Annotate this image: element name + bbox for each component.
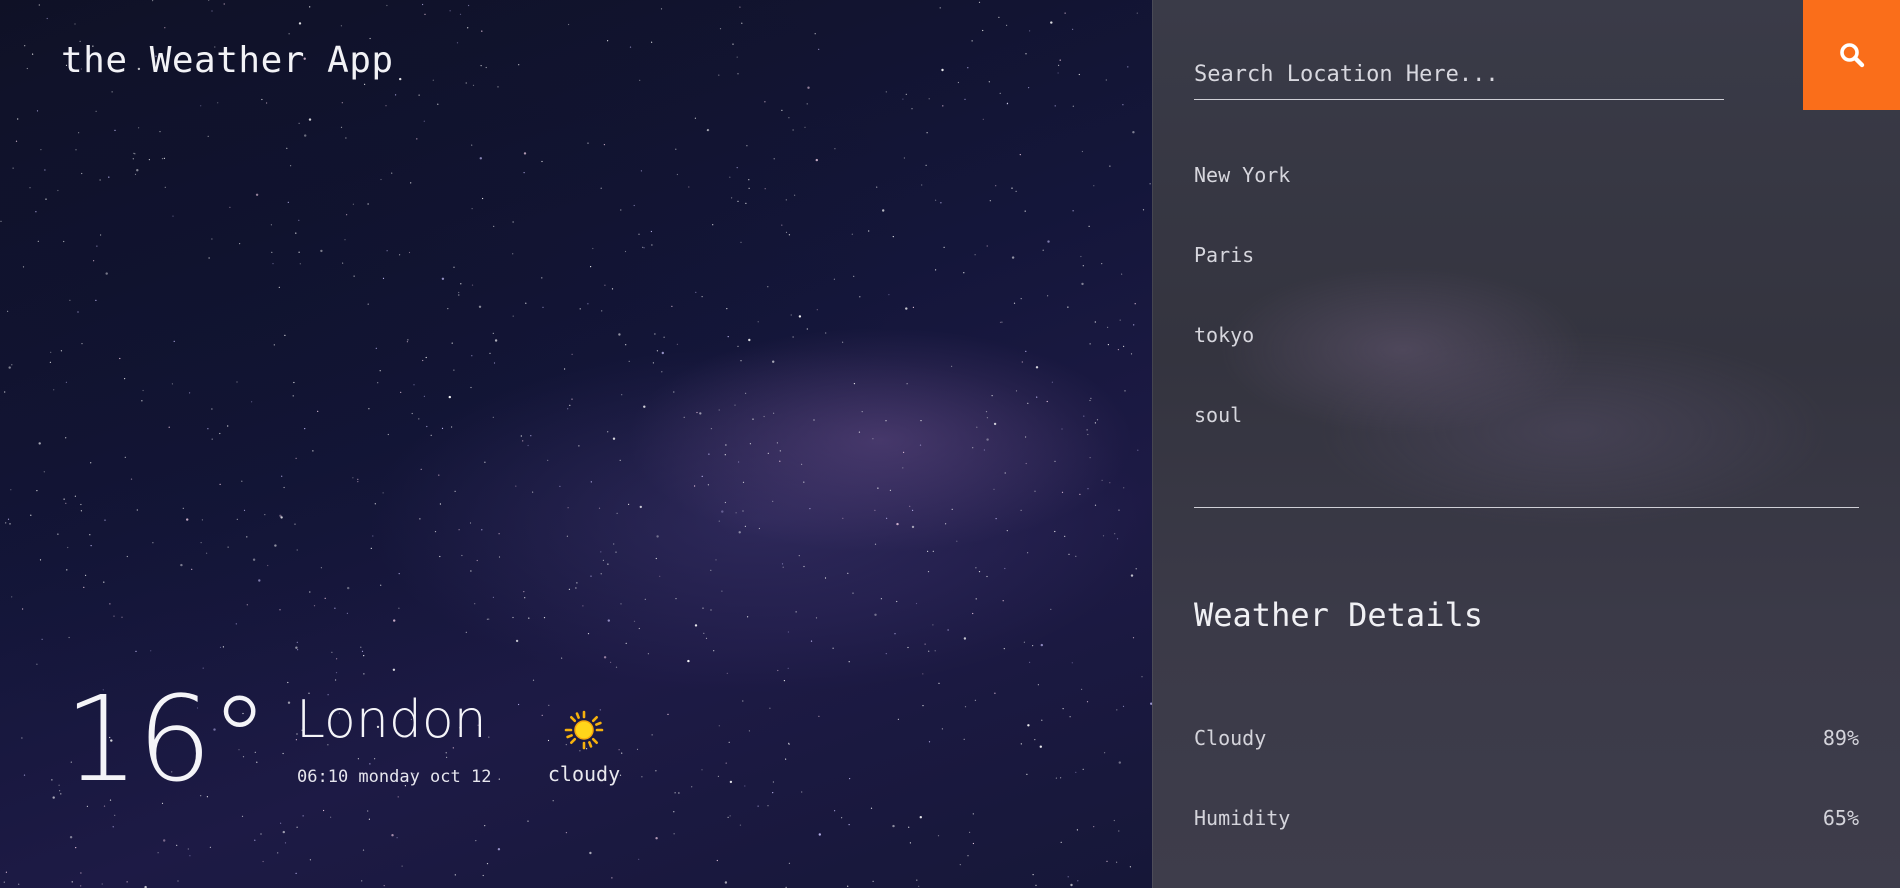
search-input[interactable]: [1194, 52, 1724, 99]
city-name: London: [296, 690, 487, 750]
weather-details-list: Cloudy 89% Humidity 65%: [1194, 726, 1859, 886]
side-panel: New York Paris tokyo soul Weather Detail…: [1152, 0, 1900, 888]
sun-icon: [564, 710, 604, 750]
date-time: 06:10 monday oct 12: [297, 767, 492, 787]
temperature: 16°: [64, 670, 269, 808]
condition: cloudy: [534, 710, 634, 786]
condition-label: cloudy: [547, 762, 621, 786]
location-item-paris[interactable]: Paris: [1194, 243, 1290, 323]
recent-locations: New York Paris tokyo soul: [1194, 163, 1290, 483]
search-icon: [1840, 43, 1865, 68]
location-item-soul[interactable]: soul: [1194, 403, 1290, 483]
divider: [1194, 507, 1859, 508]
detail-row-cloudy: Cloudy 89%: [1194, 726, 1859, 806]
detail-label: Cloudy: [1194, 726, 1267, 750]
detail-label: Humidity: [1194, 806, 1291, 830]
detail-value: 89%: [1822, 726, 1859, 750]
search-button[interactable]: [1803, 0, 1900, 110]
weather-app: the Weather App 16° London 06:10 monday …: [0, 0, 1900, 888]
search-form: [1194, 52, 1724, 100]
weather-details-title: Weather Details: [1194, 596, 1483, 634]
app-title: the Weather App: [61, 40, 394, 81]
detail-row-humidity: Humidity 65%: [1194, 806, 1859, 886]
detail-value: 65%: [1822, 806, 1859, 830]
location-item-tokyo[interactable]: tokyo: [1194, 323, 1290, 403]
location-item-new-york[interactable]: New York: [1194, 163, 1290, 243]
main-weather-area: the Weather App 16° London 06:10 monday …: [0, 0, 1152, 888]
